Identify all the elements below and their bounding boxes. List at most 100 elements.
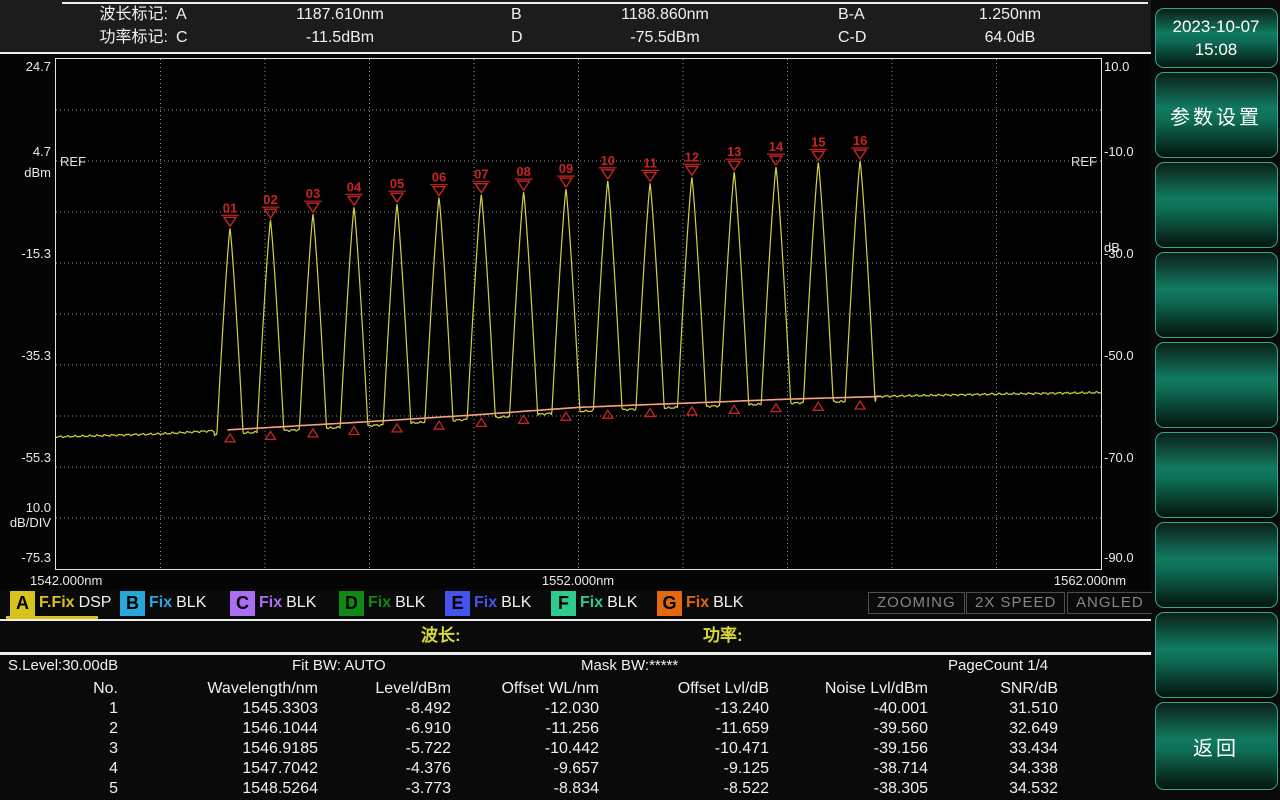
trace-status-label: BLK <box>286 594 316 612</box>
table-cell: 3 <box>0 739 118 759</box>
legend-trace-e[interactable]: EFixBLK <box>445 590 531 616</box>
table-row: 11545.3303-8.492-12.030-13.240-40.00131.… <box>0 699 1151 719</box>
softkey-column: 2023-10-07 15:08参数设置返回 <box>1152 0 1280 800</box>
spectrum-svg: REFREF01020304050607080910111213141516 <box>56 59 1101 569</box>
table-cell: -9.657 <box>451 759 599 779</box>
table-cell: -13.240 <box>599 699 769 719</box>
legend-separator-line <box>0 619 1151 621</box>
table-cell: -8.492 <box>318 699 451 719</box>
top-border-line <box>62 2 1148 4</box>
legend-trace-d[interactable]: DFixBLK <box>339 590 425 616</box>
fit-bw-value: Fit BW: AUTO <box>292 657 386 675</box>
noise-marker-icon <box>561 412 571 420</box>
peak-table: No.Wavelength/nmLevel/dBmOffset WL/nmOff… <box>0 679 1151 799</box>
marker-d-value: -75.5dBm <box>575 27 755 49</box>
softkey-back[interactable]: 返回 <box>1155 702 1278 790</box>
softkey-blank-6[interactable] <box>1155 612 1278 698</box>
marker-b-letter: B <box>511 4 522 26</box>
column-header: SNR/dB <box>928 679 1058 699</box>
y-axis-left-tick: -15.3 <box>0 247 51 261</box>
column-header: Offset WL/nm <box>451 679 599 699</box>
peak-marker-icon <box>602 170 614 179</box>
peak-label: 09 <box>559 161 573 176</box>
s-level-value: S.Level:30.00dB <box>8 657 118 675</box>
wavelength-markers-label: 波长标记: <box>58 4 168 26</box>
column-header: Wavelength/nm <box>118 679 318 699</box>
table-cell: -8.834 <box>451 779 599 799</box>
y-axis-scale-unit: dB/DIV <box>0 516 51 530</box>
table-cell: 34.338 <box>928 759 1058 779</box>
analysis-info-row: S.Level:30.00dB Fit BW: AUTO Mask BW:***… <box>0 657 1151 675</box>
trace-mode-label: Fix <box>368 594 391 612</box>
table-cell: -12.030 <box>451 699 599 719</box>
y-axis-scale-value: 10.0 <box>0 501 51 515</box>
legend-trace-f[interactable]: FFixBLK <box>551 590 637 616</box>
y-axis-right-tick: 10.0 <box>1104 60 1150 74</box>
table-cell: 34.532 <box>928 779 1058 799</box>
table-cell: -10.442 <box>451 739 599 759</box>
softkey-blank-4[interactable] <box>1155 432 1278 518</box>
peak-marker-icon <box>812 152 824 161</box>
peak-marker-icon <box>728 161 740 170</box>
marker-ba-value: 1.250nm <box>930 4 1090 26</box>
marker-c-letter: C <box>176 27 188 49</box>
softkey-blank-2[interactable] <box>1155 252 1278 338</box>
softkey-blank-1[interactable] <box>1155 162 1278 248</box>
wavelength-section-label: 波长: <box>421 622 461 650</box>
y-axis-left-tick: 4.7 <box>0 145 51 159</box>
table-row: 41547.7042-4.376-9.657-9.125-38.71434.33… <box>0 759 1151 779</box>
trace-mode-label: Fix <box>580 594 603 612</box>
softkey-blank-3[interactable] <box>1155 342 1278 428</box>
peak-marker-icon <box>265 209 277 218</box>
osa-screen: 波长标记: A 1187.610nm B 1188.860nm B-A 1.25… <box>0 0 1280 800</box>
trace-status-label: BLK <box>713 594 743 612</box>
peak-marker-icon <box>560 178 572 187</box>
peak-marker-icon <box>854 150 866 159</box>
noise-marker-icon <box>476 418 486 426</box>
peak-label: 16 <box>853 133 867 148</box>
trace-letter-badge: G <box>657 591 682 616</box>
trace-letter-badge: C <box>230 591 255 616</box>
peak-marker-icon <box>433 187 445 196</box>
table-cell: -38.714 <box>769 759 928 779</box>
marker-a-letter: A <box>176 4 187 26</box>
power-markers-label: 功率标记: <box>58 27 168 49</box>
y-axis-left-tick: -35.3 <box>0 349 51 363</box>
y-axis-left-tick: 24.7 <box>0 60 51 74</box>
trace-status-label: BLK <box>176 594 206 612</box>
legend-trace-g[interactable]: GFixBLK <box>657 590 743 616</box>
table-cell: -9.125 <box>599 759 769 779</box>
page-count: PageCount 1/4 <box>948 657 1048 675</box>
table-row: 21546.1044-6.910-11.256-11.659-39.56032.… <box>0 719 1151 739</box>
y-axis-right-unit: dB <box>1104 241 1150 255</box>
table-cell: -38.305 <box>769 779 928 799</box>
legend-trace-a[interactable]: AF.FixDSP <box>10 590 111 616</box>
y-axis-left-unit: dBm <box>0 166 51 180</box>
softkey-param-settings[interactable]: 参数设置 <box>1155 72 1278 158</box>
peak-label: 06 <box>432 170 446 185</box>
softkey-blank-5[interactable] <box>1155 522 1278 608</box>
trace-status-label: BLK <box>607 594 637 612</box>
analysis-labels-row: 波长: 功率: <box>0 622 1151 650</box>
softkey-datetime[interactable]: 2023-10-07 15:08 <box>1155 8 1278 68</box>
table-cell: 1547.7042 <box>118 759 318 779</box>
spectrum-chart: REFREF01020304050607080910111213141516 2… <box>0 54 1151 590</box>
noise-marker-icon <box>813 402 823 410</box>
y-axis-right-tick: -50.0 <box>1104 349 1150 363</box>
table-cell: 1546.1044 <box>118 719 318 739</box>
x-axis-tick-end: 1562.000nm <box>1005 574 1175 588</box>
power-section-label: 功率: <box>703 622 743 650</box>
peak-marker-icon <box>307 203 319 212</box>
peak-label: 12 <box>685 149 699 164</box>
table-cell: -11.659 <box>599 719 769 739</box>
mask-bw-value: Mask BW:***** <box>581 657 678 675</box>
table-row: 51548.5264-3.773-8.834-8.522-38.30534.53… <box>0 779 1151 799</box>
peak-label: 15 <box>811 135 825 150</box>
table-row: 31546.9185-5.722-10.442-10.471-39.15633.… <box>0 739 1151 759</box>
legend-trace-c[interactable]: CFixBLK <box>230 590 316 616</box>
power-marker-row: 功率标记: C -11.5dBm D -75.5dBm C-D 64.0dB <box>0 27 1151 49</box>
legend-trace-b[interactable]: BFixBLK <box>120 590 206 616</box>
noise-marker-icon <box>349 427 359 435</box>
trace-letter-badge: F <box>551 591 576 616</box>
ref-label-left: REF <box>60 154 86 169</box>
